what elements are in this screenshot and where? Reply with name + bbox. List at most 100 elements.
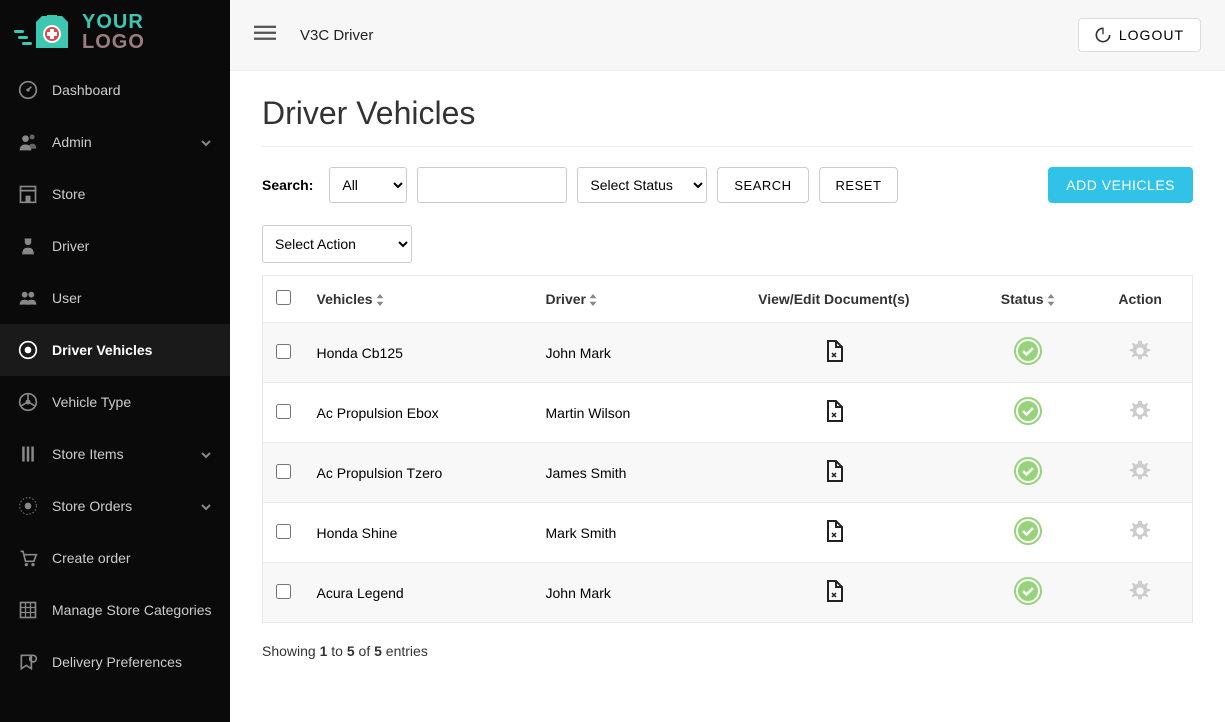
sidebar-item-label: Store: [52, 186, 85, 202]
users-icon: [18, 288, 38, 308]
cell-vehicle: Ac Propulsion Tzero: [305, 443, 534, 503]
cell-vehicle: Honda Cb125: [305, 323, 534, 383]
row-checkbox[interactable]: [276, 524, 291, 539]
orders-icon: [18, 496, 38, 516]
row-checkbox[interactable]: [276, 404, 291, 419]
document-icon[interactable]: [822, 350, 846, 366]
search-label: Search:: [262, 177, 313, 193]
status-active-icon[interactable]: [1014, 592, 1042, 608]
sidebar-item-driver[interactable]: Driver: [0, 220, 230, 272]
sidebar-item-label: Manage Store Categories: [52, 602, 212, 618]
table-row: Ac Propulsion TzeroJames Smith: [263, 443, 1193, 503]
col-docs: View/Edit Document(s): [700, 276, 968, 323]
cell-vehicle: Honda Shine: [305, 503, 534, 563]
status-active-icon[interactable]: [1014, 412, 1042, 428]
sort-icon: [588, 291, 598, 307]
sidebar-item-driver-vehicles[interactable]: Driver Vehicles: [0, 324, 230, 376]
logo-icon: [14, 12, 74, 52]
delivery-icon: [18, 652, 38, 672]
sidebar-item-manage-store-categories[interactable]: Manage Store Categories: [0, 584, 230, 636]
pagination-info: Showing 1 to 5 of 5 entries: [262, 643, 1193, 659]
col-action: Action: [1088, 276, 1192, 323]
chevron-down-icon: [200, 448, 212, 460]
gear-icon[interactable]: [1129, 409, 1151, 425]
document-icon[interactable]: [822, 590, 846, 606]
items-icon: [18, 444, 38, 464]
document-icon[interactable]: [822, 530, 846, 546]
sidebar-item-vehicle-type[interactable]: Vehicle Type: [0, 376, 230, 428]
menu-toggle-icon[interactable]: [254, 22, 276, 49]
select-all-checkbox[interactable]: [276, 290, 291, 305]
gear-icon[interactable]: [1129, 529, 1151, 545]
gear-icon[interactable]: [1129, 469, 1151, 485]
row-checkbox[interactable]: [276, 584, 291, 599]
sidebar-item-label: User: [52, 290, 82, 306]
document-icon[interactable]: [822, 470, 846, 486]
chevron-down-icon: [200, 136, 212, 148]
sidebar-item-store-items[interactable]: Store Items: [0, 428, 230, 480]
sidebar-item-label: Store Items: [52, 446, 124, 462]
cell-driver: Martin Wilson: [534, 383, 700, 443]
logout-label: LOGOUT: [1119, 27, 1184, 43]
sidebar: YOUR LOGO Dashboard Admin Store Driver User D…: [0, 0, 230, 722]
dashboard-icon: [18, 80, 38, 100]
sidebar-item-label: Store Orders: [52, 498, 132, 514]
status-active-icon[interactable]: [1014, 352, 1042, 368]
wheel-icon: [18, 392, 38, 412]
sort-icon: [1046, 291, 1056, 307]
cell-driver: John Mark: [534, 563, 700, 623]
target-icon: [18, 340, 38, 360]
logout-button[interactable]: LOGOUT: [1078, 18, 1201, 52]
page-title: Driver Vehicles: [262, 95, 1193, 147]
cell-driver: Mark Smith: [534, 503, 700, 563]
col-vehicles[interactable]: Vehicles: [305, 276, 534, 323]
gear-icon[interactable]: [1129, 349, 1151, 365]
table-row: Ac Propulsion EboxMartin Wilson: [263, 383, 1193, 443]
gear-icon[interactable]: [1129, 589, 1151, 605]
table-row: Acura LegendJohn Mark: [263, 563, 1193, 623]
sidebar-item-store-orders[interactable]: Store Orders: [0, 480, 230, 532]
status-select[interactable]: Select Status: [577, 167, 707, 203]
breadcrumb: V3C Driver: [300, 27, 373, 44]
search-row: Search: All Select Status SEARCH RESET A…: [262, 167, 1193, 203]
content: Driver Vehicles Search: All Select Statu…: [230, 71, 1225, 683]
sidebar-item-admin[interactable]: Admin: [0, 116, 230, 168]
bulk-action-select[interactable]: Select Action: [262, 225, 412, 263]
row-checkbox[interactable]: [276, 344, 291, 359]
row-checkbox[interactable]: [276, 464, 291, 479]
store-icon: [18, 184, 38, 204]
vehicles-table: Vehicles Driver View/Edit Document(s) St…: [262, 275, 1193, 623]
sort-icon: [375, 291, 385, 307]
admin-icon: [18, 132, 38, 152]
sidebar-item-create-order[interactable]: Create order: [0, 532, 230, 584]
chevron-down-icon: [200, 500, 212, 512]
col-status[interactable]: Status: [968, 276, 1088, 323]
cart-icon: [18, 548, 38, 568]
col-driver[interactable]: Driver: [534, 276, 700, 323]
reset-button[interactable]: RESET: [819, 167, 899, 203]
logo-text-1: YOUR: [82, 12, 145, 32]
topbar: V3C Driver LOGOUT: [230, 0, 1225, 71]
sidebar-item-dashboard[interactable]: Dashboard: [0, 64, 230, 116]
sidebar-item-store[interactable]: Store: [0, 168, 230, 220]
sidebar-item-user[interactable]: User: [0, 272, 230, 324]
sidebar-item-label: Admin: [52, 134, 92, 150]
main-area: V3C Driver LOGOUT Driver Vehicles Search…: [230, 0, 1225, 722]
add-vehicles-button[interactable]: ADD VEHICLES: [1048, 167, 1193, 203]
sidebar-item-label: Dashboard: [52, 82, 121, 98]
table-row: Honda Cb125John Mark: [263, 323, 1193, 383]
logo: YOUR LOGO: [0, 0, 230, 64]
search-input[interactable]: [417, 167, 567, 203]
search-field-select[interactable]: All: [329, 167, 407, 203]
sidebar-item-label: Vehicle Type: [52, 394, 131, 410]
status-active-icon[interactable]: [1014, 532, 1042, 548]
document-icon[interactable]: [822, 410, 846, 426]
cell-vehicle: Acura Legend: [305, 563, 534, 623]
status-active-icon[interactable]: [1014, 472, 1042, 488]
cell-vehicle: Ac Propulsion Ebox: [305, 383, 534, 443]
search-button[interactable]: SEARCH: [717, 167, 808, 203]
sidebar-item-label: Driver: [52, 238, 89, 254]
sidebar-item-delivery-preferences[interactable]: Delivery Preferences: [0, 636, 230, 688]
sidebar-item-label: Delivery Preferences: [52, 654, 182, 670]
cell-driver: John Mark: [534, 323, 700, 383]
